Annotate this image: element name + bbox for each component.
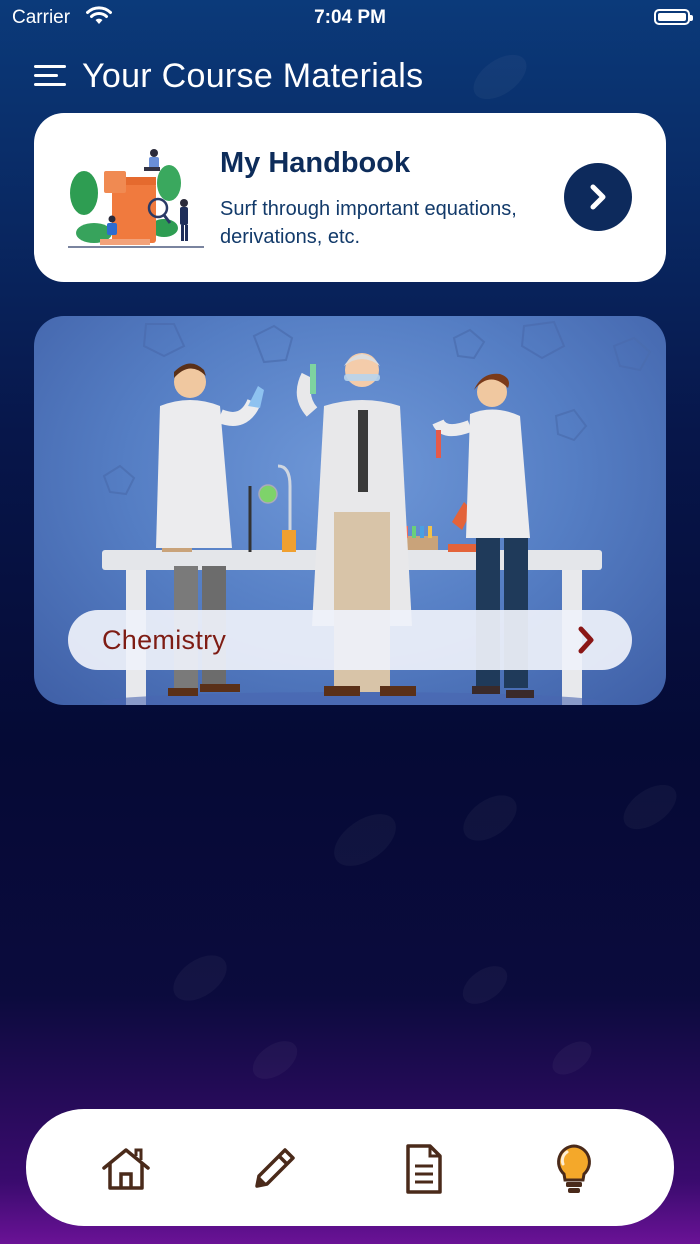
background-shape (465, 45, 535, 109)
status-time: 7:04 PM (314, 7, 386, 28)
background-shape (455, 786, 525, 850)
background-shape (455, 958, 515, 1012)
menu-icon[interactable] (34, 63, 66, 89)
chevron-right-icon (590, 184, 606, 210)
home-icon (102, 1148, 150, 1190)
pencil-icon (255, 1148, 295, 1188)
chevron-right-icon (578, 626, 594, 654)
page-title: Your Course Materials (82, 56, 424, 95)
background-shape (324, 803, 406, 877)
status-bar: Carrier 7:04 PM (0, 0, 700, 36)
nav-home[interactable] (98, 1141, 154, 1197)
nav-documents[interactable] (396, 1141, 452, 1197)
bottom-nav (26, 1109, 674, 1226)
subject-label: Chemistry (102, 624, 227, 655)
background-shape (165, 946, 235, 1010)
handbook-description: Surf through important equations, deriva… (220, 198, 517, 248)
background-shape (245, 1033, 305, 1087)
open-handbook-button[interactable] (564, 163, 632, 231)
nav-edit[interactable] (246, 1141, 302, 1197)
chemistry-button[interactable]: Chemistry (68, 610, 632, 670)
page-header: Your Course Materials (34, 56, 423, 96)
battery-icon (654, 9, 693, 25)
document-icon (406, 1144, 442, 1194)
nav-tips[interactable] (546, 1141, 602, 1197)
background-shape (615, 775, 685, 839)
handbook-illustration (68, 149, 204, 248)
background-shape (546, 1034, 598, 1082)
lightbulb-icon (557, 1144, 591, 1193)
subject-card-chemistry[interactable]: Chemistry (34, 316, 666, 705)
handbook-card[interactable]: My Handbook Surf through important equat… (34, 113, 666, 282)
handbook-title: My Handbook (220, 147, 411, 179)
